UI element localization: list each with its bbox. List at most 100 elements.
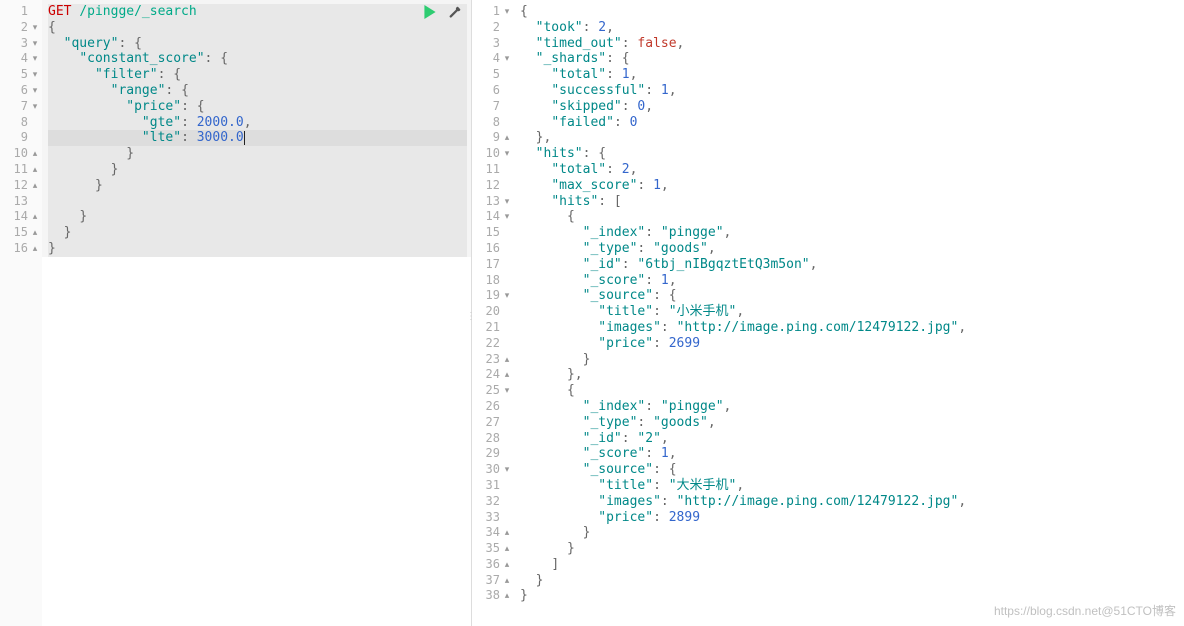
gutter-line: 13▾ — [472, 194, 514, 210]
token-plain — [71, 4, 79, 20]
code-line[interactable]: "_index": "pingge", — [520, 225, 1180, 241]
token-punc: } — [536, 573, 544, 589]
token-key: "_source" — [583, 288, 653, 304]
fold-toggle[interactable]: ▾ — [30, 20, 40, 36]
code-line[interactable]: "successful": 1, — [520, 83, 1180, 99]
fold-toggle[interactable]: ▾ — [502, 383, 512, 399]
token-str: "http://image.ping.com/12479122.jpg" — [677, 320, 959, 336]
code-line[interactable]: } — [520, 541, 1180, 557]
code-line[interactable]: "query": { — [48, 36, 467, 52]
fold-toggle[interactable]: ▾ — [30, 51, 40, 67]
code-line[interactable]: "hits": { — [520, 146, 1180, 162]
code-line[interactable]: "hits": [ — [520, 194, 1180, 210]
code-line[interactable]: { — [520, 383, 1180, 399]
code-line[interactable]: } — [48, 146, 467, 162]
token-plain — [520, 304, 598, 320]
code-line[interactable]: "_score": 1, — [520, 446, 1180, 462]
code-line[interactable]: "filter": { — [48, 67, 467, 83]
code-line[interactable]: }, — [520, 367, 1180, 383]
code-line[interactable]: "_type": "goods", — [520, 415, 1180, 431]
response-viewer[interactable]: { "took": 2, "timed_out": false, "_shard… — [514, 0, 1184, 604]
fold-toggle[interactable]: ▴ — [502, 541, 512, 557]
token-plain — [520, 225, 583, 241]
fold-toggle[interactable]: ▴ — [30, 178, 40, 194]
fold-toggle[interactable]: ▴ — [30, 241, 40, 257]
fold-toggle[interactable]: ▾ — [30, 83, 40, 99]
code-line[interactable]: { — [520, 4, 1180, 20]
fold-toggle[interactable]: ▾ — [502, 209, 512, 225]
code-line[interactable]: "constant_score": { — [48, 51, 467, 67]
code-line[interactable]: ] — [520, 557, 1180, 573]
code-line[interactable]: } — [520, 573, 1180, 589]
code-line[interactable]: "_type": "goods", — [520, 241, 1180, 257]
code-line[interactable]: "_score": 1, — [520, 273, 1180, 289]
code-line[interactable]: } — [48, 209, 467, 225]
run-button[interactable] — [423, 5, 437, 24]
code-line[interactable]: } — [48, 162, 467, 178]
fold-toggle[interactable]: ▴ — [502, 352, 512, 368]
code-line[interactable]: } — [48, 241, 467, 257]
code-line[interactable]: "images": "http://image.ping.com/1247912… — [520, 320, 1180, 336]
fold-toggle[interactable]: ▴ — [502, 525, 512, 541]
fold-toggle[interactable]: ▾ — [502, 462, 512, 478]
code-line[interactable]: } — [520, 352, 1180, 368]
fold-toggle[interactable]: ▴ — [502, 573, 512, 589]
fold-toggle[interactable]: ▾ — [502, 288, 512, 304]
code-line[interactable]: "range": { — [48, 83, 467, 99]
fold-toggle[interactable]: ▾ — [502, 194, 512, 210]
code-line[interactable]: "images": "http://image.ping.com/1247912… — [520, 494, 1180, 510]
fold-toggle[interactable]: ▴ — [502, 130, 512, 146]
pane-divider[interactable]: ⋮ — [466, 315, 476, 318]
fold-toggle[interactable]: ▾ — [30, 67, 40, 83]
line-number: 3 — [21, 36, 30, 52]
code-line[interactable]: "lte": 3000.0 — [48, 130, 467, 146]
code-line[interactable]: { — [48, 20, 467, 36]
code-line[interactable]: "title": "大米手机", — [520, 478, 1180, 494]
fold-toggle[interactable]: ▴ — [30, 146, 40, 162]
fold-toggle[interactable]: ▾ — [502, 51, 512, 67]
code-line[interactable]: "failed": 0 — [520, 115, 1180, 131]
code-line[interactable]: "max_score": 1, — [520, 178, 1180, 194]
fold-toggle[interactable]: ▴ — [502, 557, 512, 573]
code-line[interactable]: "gte": 2000.0, — [48, 115, 467, 131]
code-line[interactable]: "timed_out": false, — [520, 36, 1180, 52]
code-line[interactable]: } — [520, 588, 1180, 604]
fold-toggle[interactable]: ▾ — [30, 36, 40, 52]
fold-toggle[interactable]: ▾ — [502, 4, 512, 20]
code-line[interactable]: "title": "小米手机", — [520, 304, 1180, 320]
code-line[interactable]: "skipped": 0, — [520, 99, 1180, 115]
fold-toggle[interactable]: ▴ — [30, 209, 40, 225]
token-key: "title" — [598, 478, 653, 494]
code-line[interactable]: { — [520, 209, 1180, 225]
code-line[interactable]: "price": 2899 — [520, 510, 1180, 526]
code-line[interactable]: "took": 2, — [520, 20, 1180, 36]
code-line[interactable]: "_source": { — [520, 288, 1180, 304]
code-line[interactable]: "total": 2, — [520, 162, 1180, 178]
line-number: 37 — [486, 573, 502, 589]
fold-toggle[interactable]: ▴ — [502, 588, 512, 604]
fold-toggle[interactable]: ▴ — [30, 162, 40, 178]
code-line[interactable]: "_source": { — [520, 462, 1180, 478]
code-line[interactable]: "total": 1, — [520, 67, 1180, 83]
fold-toggle[interactable]: ▴ — [30, 225, 40, 241]
code-line[interactable] — [48, 194, 467, 210]
code-line[interactable]: "_index": "pingge", — [520, 399, 1180, 415]
code-line[interactable]: "price": { — [48, 99, 467, 115]
code-line[interactable]: }, — [520, 130, 1180, 146]
code-line[interactable]: } — [48, 178, 467, 194]
token-punc: , — [677, 36, 685, 52]
fold-toggle[interactable]: ▴ — [502, 367, 512, 383]
code-line[interactable]: } — [520, 525, 1180, 541]
code-line[interactable]: "_id": "6tbj_nIBgqztEtQ3m5on", — [520, 257, 1180, 273]
code-line[interactable]: } — [48, 225, 467, 241]
fold-toggle[interactable]: ▾ — [502, 146, 512, 162]
request-editor[interactable]: GET /pingge/_search{ "query": { "constan… — [42, 0, 471, 257]
line-number: 29 — [486, 446, 502, 462]
code-line[interactable]: GET /pingge/_search — [48, 4, 467, 20]
code-line[interactable]: "_shards": { — [520, 51, 1180, 67]
code-line[interactable]: "_id": "2", — [520, 431, 1180, 447]
line-number: 8 — [493, 115, 502, 131]
code-line[interactable]: "price": 2699 — [520, 336, 1180, 352]
wrench-button[interactable] — [447, 5, 461, 24]
fold-toggle[interactable]: ▾ — [30, 99, 40, 115]
